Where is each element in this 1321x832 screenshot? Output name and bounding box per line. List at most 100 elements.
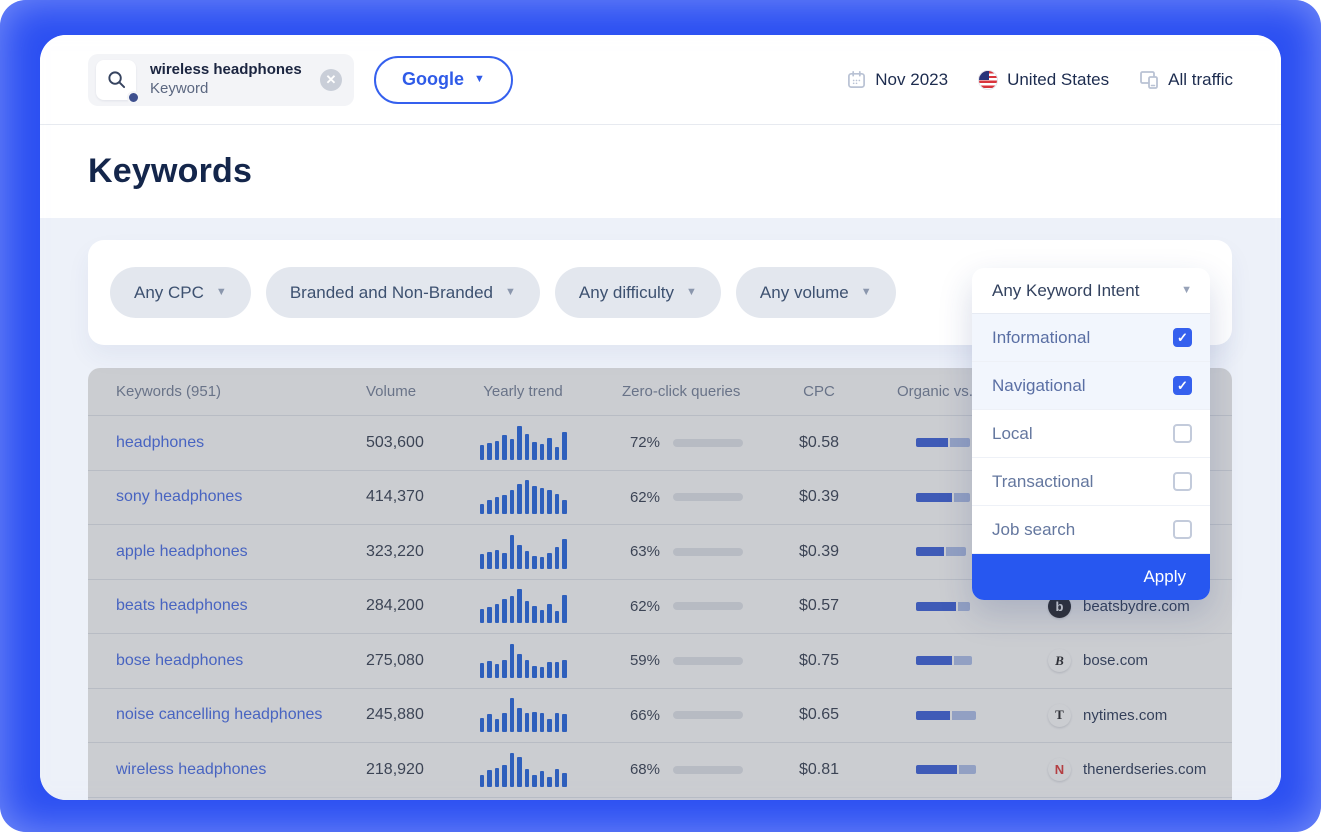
checkbox[interactable] bbox=[1173, 520, 1192, 539]
filter-label: Any difficulty bbox=[579, 283, 674, 303]
volume-value: 218,920 bbox=[360, 761, 452, 779]
keyword-link[interactable]: wireless headphones bbox=[116, 761, 266, 778]
page-title: Keywords bbox=[88, 152, 252, 191]
yearly-trend-chart bbox=[480, 753, 567, 787]
zero-click-bar bbox=[673, 439, 743, 447]
cpc-value: $0.75 bbox=[760, 652, 878, 670]
keyword-intent-dropdown: Any Keyword Intent ▼ Informational ✓ Nav… bbox=[972, 268, 1210, 600]
search-type-label: Keyword bbox=[150, 80, 302, 99]
cpc-value: $0.81 bbox=[760, 761, 878, 779]
chevron-down-icon: ▼ bbox=[861, 287, 872, 298]
intent-option[interactable]: Local bbox=[972, 410, 1210, 458]
organic-vs-paid-bar bbox=[878, 711, 1030, 720]
zero-click-value: 66% bbox=[622, 707, 660, 724]
filter-branded[interactable]: Branded and Non-Branded ▼ bbox=[266, 267, 540, 318]
volume-value: 323,220 bbox=[360, 543, 452, 561]
zero-click-bar bbox=[673, 548, 743, 556]
keyword-link[interactable]: beats headphones bbox=[116, 597, 248, 614]
country-picker[interactable]: United States bbox=[978, 70, 1109, 90]
intent-option[interactable]: Informational ✓ bbox=[972, 314, 1210, 362]
search-engine-button[interactable]: Google ▼ bbox=[374, 56, 513, 104]
organic-vs-paid-bar bbox=[878, 602, 1030, 611]
zero-click-value: 62% bbox=[622, 489, 660, 506]
keyword-search-box[interactable]: wireless headphones Keyword ✕ bbox=[88, 54, 354, 106]
intent-option[interactable]: Job search bbox=[972, 506, 1210, 554]
volume-value: 275,080 bbox=[360, 652, 452, 670]
col-header-keywords[interactable]: Keywords (951) bbox=[88, 383, 360, 400]
keyword-intent-options: Informational ✓ Navigational ✓ Local Tra… bbox=[972, 314, 1210, 554]
intent-option[interactable]: Transactional bbox=[972, 458, 1210, 506]
top-bar: wireless headphones Keyword ✕ Google ▼ N… bbox=[40, 35, 1281, 125]
country-label: United States bbox=[1007, 70, 1109, 90]
cpc-value: $0.39 bbox=[760, 543, 878, 561]
bose-logo: B bbox=[1048, 649, 1071, 672]
filter-volume[interactable]: Any volume ▼ bbox=[736, 267, 896, 318]
search-icon bbox=[96, 60, 136, 100]
domain-name: beatsbydre.com bbox=[1083, 598, 1190, 615]
keyword-link[interactable]: noise cancelling headphones bbox=[116, 706, 322, 723]
yearly-trend-chart bbox=[480, 480, 567, 514]
col-header-trend[interactable]: Yearly trend bbox=[452, 383, 608, 400]
title-band: Keywords bbox=[40, 125, 1281, 218]
main-card: wireless headphones Keyword ✕ Google ▼ N… bbox=[40, 35, 1281, 800]
content-area: Any CPC ▼ Branded and Non-Branded ▼ Any … bbox=[40, 218, 1281, 800]
intent-option-label: Job search bbox=[992, 520, 1075, 540]
yearly-trend-chart bbox=[480, 589, 567, 623]
cpc-value: $0.57 bbox=[760, 597, 878, 615]
volume-value: 503,600 bbox=[360, 434, 452, 452]
filter-any-cpc[interactable]: Any CPC ▼ bbox=[110, 267, 251, 318]
keyword-link[interactable]: headphones bbox=[116, 434, 204, 451]
zero-click-value: 62% bbox=[622, 598, 660, 615]
checkbox[interactable]: ✓ bbox=[1173, 376, 1192, 395]
clear-search-icon[interactable]: ✕ bbox=[320, 69, 342, 91]
intent-option-label: Transactional bbox=[992, 472, 1093, 492]
apply-button[interactable]: Apply bbox=[972, 554, 1210, 600]
col-header-zero-click[interactable]: Zero-click queries bbox=[608, 383, 760, 400]
cpc-value: $0.58 bbox=[760, 434, 878, 452]
filter-label: Any volume bbox=[760, 283, 849, 303]
chevron-down-icon: ▼ bbox=[686, 287, 697, 298]
traffic-picker[interactable]: All traffic bbox=[1139, 70, 1233, 90]
search-input[interactable]: wireless headphones bbox=[150, 61, 302, 80]
volume-value: 245,880 bbox=[360, 706, 452, 724]
intent-option[interactable]: Navigational ✓ bbox=[972, 362, 1210, 410]
zero-click-bar bbox=[673, 766, 743, 774]
keyword-intent-label: Any Keyword Intent bbox=[992, 281, 1139, 301]
yearly-trend-chart bbox=[480, 698, 567, 732]
domain-cell: Bbose.com bbox=[1030, 649, 1232, 672]
keyword-link[interactable]: apple headphones bbox=[116, 543, 248, 560]
col-header-cpc[interactable]: CPC bbox=[760, 383, 878, 400]
keyword-intent-trigger[interactable]: Any Keyword Intent ▼ bbox=[972, 268, 1210, 314]
app-window: wireless headphones Keyword ✕ Google ▼ N… bbox=[0, 0, 1321, 832]
calendar-icon bbox=[847, 70, 866, 89]
filter-difficulty[interactable]: Any difficulty ▼ bbox=[555, 267, 721, 318]
table-row: wireless headphones 218,920 68% $0.81 Nt… bbox=[88, 743, 1232, 798]
checkbox[interactable] bbox=[1173, 472, 1192, 491]
chevron-down-icon: ▼ bbox=[1181, 285, 1192, 296]
search-engine-label: Google bbox=[402, 69, 464, 90]
col-header-volume[interactable]: Volume bbox=[360, 383, 452, 400]
keyword-link[interactable]: sony headphones bbox=[116, 488, 242, 505]
table-row: noise cancelling headphones 245,880 66% … bbox=[88, 689, 1232, 744]
nerdseries-logo: N bbox=[1048, 758, 1071, 781]
traffic-label: All traffic bbox=[1168, 70, 1233, 90]
us-flag-icon bbox=[978, 70, 998, 90]
domain-name: thenerdseries.com bbox=[1083, 761, 1206, 778]
domain-cell: Tnytimes.com bbox=[1030, 704, 1232, 727]
zero-click-value: 59% bbox=[622, 652, 660, 669]
zero-click-bar bbox=[673, 493, 743, 501]
date-picker[interactable]: Nov 2023 bbox=[847, 70, 948, 90]
domain-name: nytimes.com bbox=[1083, 707, 1167, 724]
chevron-down-icon: ▼ bbox=[474, 74, 485, 85]
intent-option-label: Informational bbox=[992, 328, 1090, 348]
zero-click-bar bbox=[673, 657, 743, 665]
intent-option-label: Navigational bbox=[992, 376, 1086, 396]
cpc-value: $0.39 bbox=[760, 488, 878, 506]
keyword-link[interactable]: bose headphones bbox=[116, 652, 243, 669]
checkbox[interactable] bbox=[1173, 424, 1192, 443]
checkbox[interactable]: ✓ bbox=[1173, 328, 1192, 347]
organic-vs-paid-bar bbox=[878, 656, 1030, 665]
intent-option-label: Local bbox=[992, 424, 1033, 444]
organic-vs-paid-bar bbox=[878, 765, 1030, 774]
nytimes-logo: T bbox=[1048, 704, 1071, 727]
